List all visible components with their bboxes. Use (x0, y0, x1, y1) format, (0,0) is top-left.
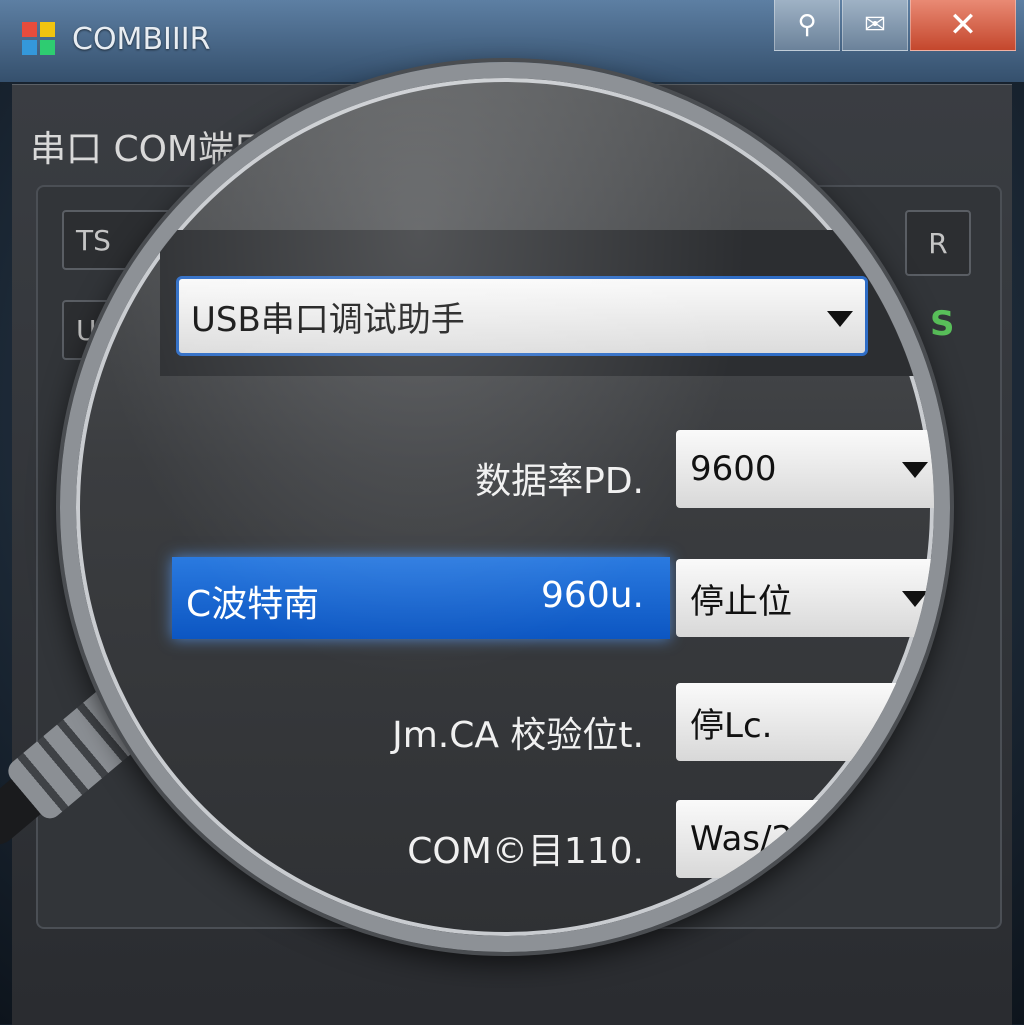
baud-rate-label: 数据率PD. (475, 461, 644, 502)
window-controls: ⚲ ✉ ✕ (774, 0, 1016, 51)
app-logo-icon (22, 22, 58, 58)
port-select-value: USB串口调试助手 (191, 299, 465, 340)
baud-rate-value: 9600 (690, 449, 777, 489)
window-title: COMBIIIR (72, 22, 211, 57)
com-port-select[interactable]: Was/2... (676, 800, 934, 878)
baud-rate-select[interactable]: 9600 (676, 430, 934, 508)
com-port-value: Was/2... (690, 819, 826, 859)
chevron-down-icon (827, 311, 853, 327)
chevron-down-icon (902, 832, 928, 848)
close-button[interactable]: ✕ (910, 0, 1016, 51)
mail-icon[interactable]: ✉ (842, 0, 908, 51)
com-port-label: COM©目110. (407, 831, 644, 872)
stop-bits-select[interactable]: 停止位 (676, 559, 934, 637)
port-select-dropdown[interactable]: USB串口调试助手 (176, 276, 868, 356)
chevron-down-icon (902, 715, 928, 731)
selected-row-value: 960u. (541, 575, 644, 616)
pin-icon[interactable]: ⚲ (774, 0, 840, 51)
chevron-down-icon (902, 462, 928, 478)
chevron-down-icon (902, 591, 928, 607)
parity-value: 停Lc. (690, 705, 773, 746)
stop-bits-value: 停止位 (690, 581, 792, 622)
magnifier-lens: USB串口调试助手 数据率PD. 9600 C波特南 960u. 停止位 Jm.… (60, 62, 950, 952)
selected-row-label: C波特南 (186, 584, 320, 625)
parity-select[interactable]: 停Lc. (676, 683, 934, 761)
selected-list-row[interactable]: C波特南 960u. (172, 557, 670, 639)
parity-label: Jm.CA 校验位t. (392, 715, 644, 756)
